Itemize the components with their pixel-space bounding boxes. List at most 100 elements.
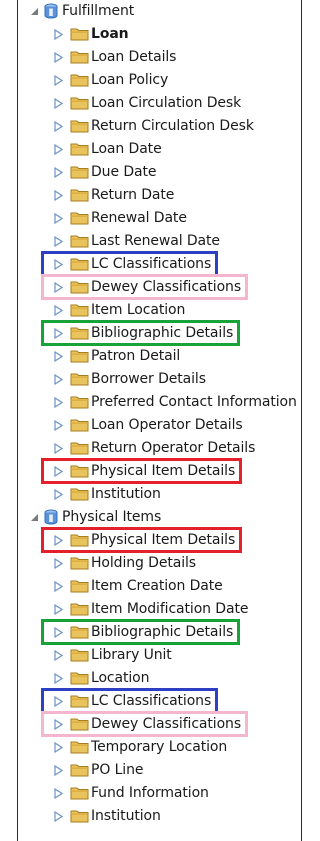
tree-folder-node[interactable]: Dewey Classifications [52,277,241,297]
tree-folder-label: Holding Details [91,555,197,571]
tree-folder-label: Borrower Details [91,371,206,387]
folder-icon [70,487,89,501]
tree-folder-node[interactable]: Item Modification Date [52,599,248,619]
tree-folder-label: Item Creation Date [91,578,223,594]
tree-folder-node[interactable]: Due Date [52,162,156,182]
expand-arrow-icon[interactable] [52,212,64,224]
expand-arrow-icon[interactable] [52,166,64,178]
expand-arrow-icon[interactable] [52,143,64,155]
tree-root-label: Physical Items [62,509,162,525]
expand-arrow-icon[interactable] [52,120,64,132]
folder-icon [70,763,89,777]
folder-icon [70,326,89,340]
expand-arrow-icon[interactable] [52,396,64,408]
expand-arrow-icon[interactable] [52,373,64,385]
expand-arrow-icon[interactable] [52,649,64,661]
expand-arrow-icon[interactable] [52,741,64,753]
tree-folder-label: Loan Date [91,141,162,157]
collapse-arrow-icon[interactable] [28,511,40,523]
expand-arrow-icon[interactable] [52,787,64,799]
tree-folder-node[interactable]: Last Renewal Date [52,231,220,251]
folder-icon [70,211,89,225]
tree-folder-node[interactable]: Library Unit [52,645,172,665]
tree-folder-node[interactable]: Loan [52,24,129,44]
folder-icon [70,809,89,823]
expand-arrow-icon[interactable] [52,51,64,63]
collapse-arrow-icon[interactable] [28,5,40,17]
folder-icon [70,533,89,547]
expand-arrow-icon[interactable] [52,442,64,454]
tree-folder-node[interactable]: Holding Details [52,553,196,573]
database-cube-icon [43,3,59,19]
expand-arrow-icon[interactable] [52,281,64,293]
expand-arrow-icon[interactable] [52,419,64,431]
expand-arrow-icon[interactable] [52,764,64,776]
folder-icon [70,96,89,110]
tree-folder-label: Loan Circulation Desk [91,95,242,111]
tree-folder-node[interactable]: Loan Details [52,47,176,67]
folder-icon [70,786,89,800]
tree-folder-node[interactable]: Temporary Location [52,737,227,757]
tree-folder-label: Renewal Date [91,210,187,226]
tree-folder-node[interactable]: Item Creation Date [52,576,223,596]
tree-folder-node[interactable]: Renewal Date [52,208,187,228]
tree-folder-label: Temporary Location [91,739,228,755]
tree-folder-node[interactable]: LC Classifications [52,691,211,711]
expand-arrow-icon[interactable] [52,534,64,546]
expand-arrow-icon[interactable] [52,465,64,477]
expand-arrow-icon[interactable] [52,304,64,316]
tree-folder-label: Last Renewal Date [91,233,220,249]
expand-arrow-icon[interactable] [52,626,64,638]
tree-folder-node[interactable]: LC Classifications [52,254,211,274]
tree-folder-node[interactable]: Loan Operator Details [52,415,243,435]
expand-arrow-icon[interactable] [52,695,64,707]
tree-root-label: Fulfillment [62,3,135,19]
subject-area-tree: Fulfillment Loan Loan Details Loan Policy Lo… [0,0,304,841]
tree-folder-node[interactable]: Return Date [52,185,174,205]
expand-arrow-icon[interactable] [52,718,64,730]
expand-arrow-icon[interactable] [52,189,64,201]
tree-folder-node[interactable]: Loan Date [52,139,162,159]
expand-arrow-icon[interactable] [52,603,64,615]
expand-arrow-icon[interactable] [52,28,64,40]
tree-folder-node[interactable]: Institution [52,806,161,826]
tree-folder-label: Institution [91,808,161,824]
tree-folder-node[interactable]: Return Circulation Desk [52,116,254,136]
tree-folder-node[interactable]: Preferred Contact Information [52,392,297,412]
tree-folder-label: LC Classifications [91,256,212,272]
tree-folder-label: Item Location [91,302,186,318]
tree-folder-node[interactable]: Physical Item Details [52,461,235,481]
expand-arrow-icon[interactable] [52,74,64,86]
expand-arrow-icon[interactable] [52,97,64,109]
tree-folder-node[interactable]: Loan Policy [52,70,168,90]
expand-arrow-icon[interactable] [52,488,64,500]
expand-arrow-icon[interactable] [52,258,64,270]
tree-folder-node[interactable]: PO Line [52,760,143,780]
tree-folder-label: Return Operator Details [91,440,256,456]
folder-icon [70,395,89,409]
tree-folder-node[interactable]: Location [52,668,150,688]
tree-folder-node[interactable]: Bibliographic Details [52,323,233,343]
tree-folder-node[interactable]: Loan Circulation Desk [52,93,241,113]
tree-folder-node[interactable]: Patron Detail [52,346,180,366]
tree-folder-label: Dewey Classifications [91,279,242,295]
tree-root-node[interactable]: Physical Items [28,507,161,527]
tree-folder-node[interactable]: Return Operator Details [52,438,255,458]
tree-folder-node[interactable]: Fund Information [52,783,209,803]
expand-arrow-icon[interactable] [52,810,64,822]
tree-folder-node[interactable]: Item Location [52,300,185,320]
tree-folder-node[interactable]: Dewey Classifications [52,714,241,734]
tree-folder-node[interactable]: Bibliographic Details [52,622,233,642]
folder-icon [70,556,89,570]
expand-arrow-icon[interactable] [52,327,64,339]
expand-arrow-icon[interactable] [52,235,64,247]
expand-arrow-icon[interactable] [52,557,64,569]
expand-arrow-icon[interactable] [52,672,64,684]
expand-arrow-icon[interactable] [52,350,64,362]
tree-folder-node[interactable]: Borrower Details [52,369,206,389]
tree-root-node[interactable]: Fulfillment [28,1,134,21]
tree-folder-node[interactable]: Physical Item Details [52,530,235,550]
tree-folder-node[interactable]: Institution [52,484,161,504]
expand-arrow-icon[interactable] [52,580,64,592]
tree-folder-label: Loan Policy [91,72,169,88]
